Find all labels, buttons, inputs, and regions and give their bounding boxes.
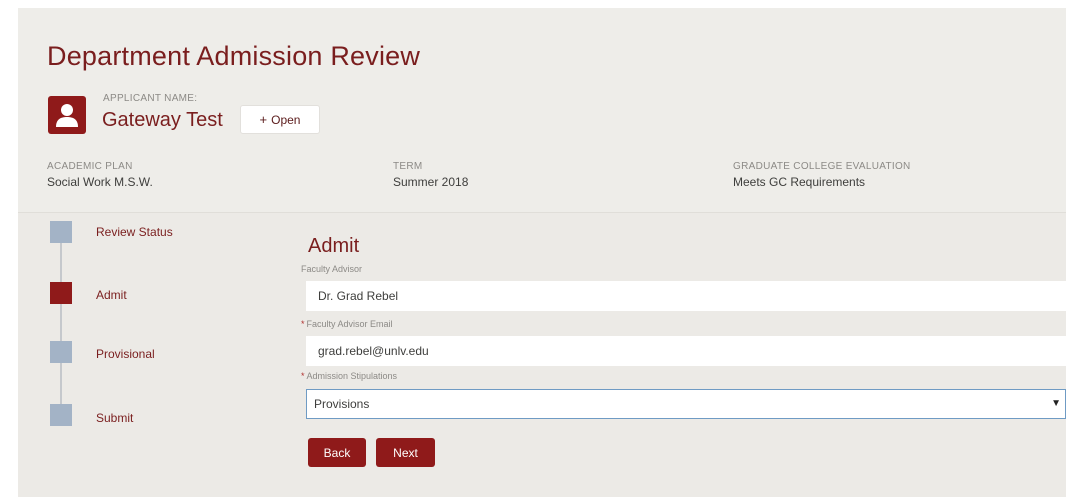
step-marker-admit[interactable] <box>50 282 72 304</box>
step-marker-provisional[interactable] <box>50 341 72 363</box>
term-field: TERM Summer 2018 <box>393 161 468 189</box>
stipulations-selected-value: Provisions <box>314 397 370 411</box>
gc-evaluation-value: Meets GC Requirements <box>733 175 866 189</box>
academic-plan-field: ACADEMIC PLAN Social Work M.S.W. <box>47 161 153 189</box>
applicant-name: Gateway Test <box>102 109 223 131</box>
admission-review-page: Department Admission Review APPLICANT NA… <box>18 8 1066 497</box>
term-label: TERM <box>393 161 423 172</box>
gc-evaluation-field: GRADUATE COLLEGE EVALUATION Meets GC Req… <box>733 161 911 189</box>
stipulations-label-row: * Admission Stipulations <box>301 371 397 381</box>
step-marker-submit[interactable] <box>50 404 72 426</box>
user-icon <box>48 96 86 134</box>
academic-plan-label: ACADEMIC PLAN <box>47 161 133 172</box>
academic-plan-value: Social Work M.S.W. <box>47 175 153 189</box>
stipulations-label: Admission Stipulations <box>306 371 398 381</box>
admission-stipulations-select[interactable]: Provisions ▼ <box>306 389 1066 419</box>
step-label-submit[interactable]: Submit <box>96 411 133 425</box>
required-marker: * <box>301 319 305 329</box>
faculty-email-input[interactable]: grad.rebel@unlv.edu <box>306 336 1066 366</box>
caret-down-icon: ▼ <box>1051 398 1061 409</box>
page-title: Department Admission Review <box>47 41 421 71</box>
faculty-email-label-row: * Faculty Advisor Email <box>301 319 393 329</box>
step-connector <box>60 243 62 287</box>
applicant-name-label: APPLICANT NAME: <box>103 93 198 104</box>
faculty-advisor-input[interactable]: Dr. Grad Rebel <box>306 281 1066 311</box>
gc-evaluation-label: GRADUATE COLLEGE EVALUATION <box>733 161 911 172</box>
step-connector <box>60 363 62 404</box>
step-label-provisional[interactable]: Provisional <box>96 347 155 361</box>
step-connector <box>60 304 62 342</box>
faculty-advisor-label: Faculty Advisor <box>301 264 363 274</box>
section-title: Admit <box>308 235 360 257</box>
step-label-review-status[interactable]: Review Status <box>96 225 173 239</box>
back-button[interactable]: Back <box>308 438 366 467</box>
open-button[interactable]: + Open <box>240 105 320 134</box>
term-value: Summer 2018 <box>393 175 469 189</box>
step-label-admit[interactable]: Admit <box>96 288 127 302</box>
open-button-label: Open <box>271 113 301 127</box>
record-header: Department Admission Review APPLICANT NA… <box>18 8 1066 213</box>
next-button[interactable]: Next <box>376 438 435 467</box>
faculty-email-label: Faculty Advisor Email <box>306 319 393 329</box>
plus-icon: + <box>259 112 268 127</box>
required-marker: * <box>301 371 305 381</box>
step-marker-review-status[interactable] <box>50 221 72 243</box>
